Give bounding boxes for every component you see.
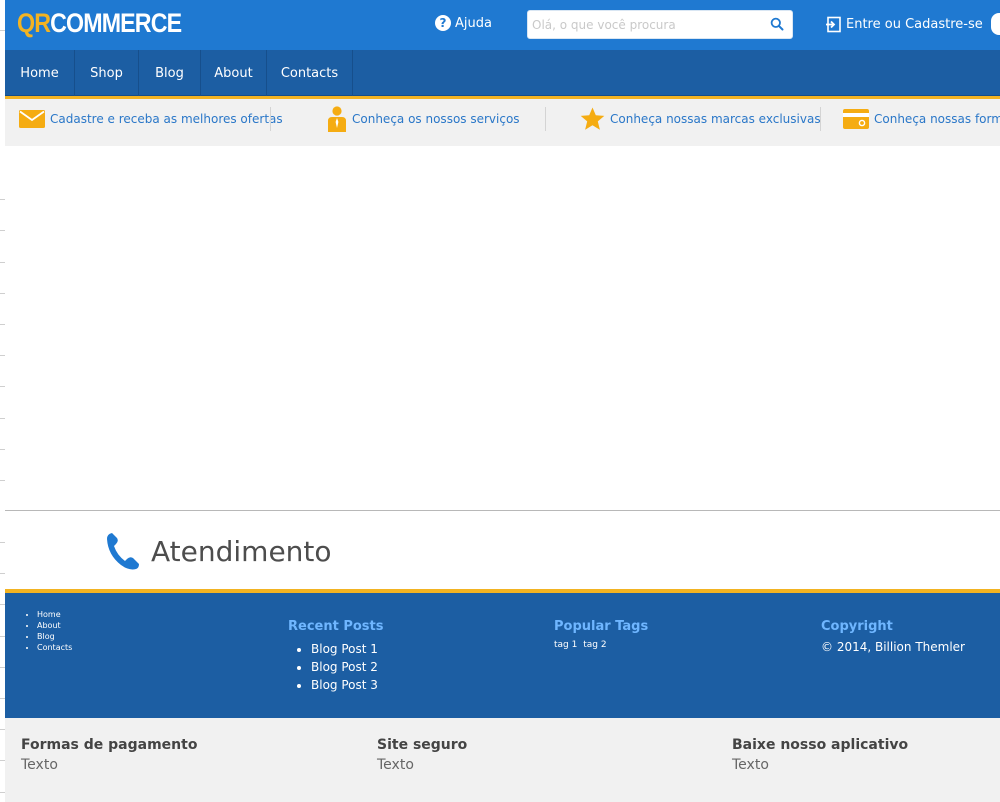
login-label: Entre ou Cadastre-se — [846, 17, 983, 32]
info-strip: Cadastre e receba as melhores ofertas Co… — [5, 99, 1000, 146]
top-header: QRCOMMERCE ? Ajuda Entre ou Cadastre-se — [5, 0, 1000, 50]
customer-service-link[interactable]: Atendimento — [105, 531, 332, 571]
search-icon[interactable] — [770, 17, 784, 31]
help-label: Ajuda — [455, 15, 492, 31]
info-item-services[interactable]: Conheça os nossos serviços — [327, 99, 520, 139]
popular-tags-widget: Popular Tags tag 1 tag 2 — [554, 619, 648, 650]
download-app-title: Baixe nosso aplicativo — [732, 737, 909, 753]
logo-qr: QR — [17, 8, 51, 38]
copyright-widget: Copyright © 2014, Billion Themler — [821, 619, 965, 654]
payment-methods-text: Texto — [21, 757, 58, 773]
info-divider — [270, 107, 271, 131]
info-label: Cadastre e receba as melhores ofertas — [50, 112, 283, 126]
info-label: Conheça nossas forma — [874, 112, 1000, 126]
footer-menu-item[interactable]: Blog — [37, 631, 72, 642]
recent-post-link[interactable]: Blog Post 1 — [311, 640, 384, 658]
info-item-brands[interactable]: Conheça nossas marcas exclusivas — [580, 99, 821, 139]
logo-commerce: COMMERCE — [50, 8, 182, 38]
help-link[interactable]: ? Ajuda — [435, 15, 492, 31]
info-item-payment[interactable]: Conheça nossas forma — [843, 99, 1000, 139]
download-app-block: Baixe nosso aplicativo Texto — [732, 737, 908, 773]
copyright-text: © 2014, Billion Themler — [821, 640, 965, 654]
page: QRCOMMERCE ? Ajuda Entre ou Cadastre-se … — [5, 0, 1000, 802]
tag-link[interactable]: tag 1 — [554, 640, 577, 650]
star-icon — [580, 107, 605, 130]
nav-item-contacts[interactable]: Contacts — [267, 50, 353, 96]
nav-item-home[interactable]: Home — [5, 50, 75, 96]
person-icon — [328, 106, 346, 132]
sign-in-icon — [826, 16, 841, 33]
info-label: Conheça nossas marcas exclusivas — [610, 112, 821, 126]
popular-tags-title: Popular Tags — [554, 619, 649, 634]
envelope-icon — [19, 110, 45, 128]
main-content — [5, 146, 1000, 510]
secure-site-block: Site seguro Texto — [377, 737, 467, 773]
search-input[interactable] — [532, 14, 768, 35]
copyright-title: Copyright — [821, 619, 893, 634]
info-item-newsletter[interactable]: Cadastre e receba as melhores ofertas — [19, 99, 283, 139]
secure-site-title: Site seguro — [377, 737, 468, 753]
info-label: Conheça os nossos serviços — [352, 112, 520, 126]
main-nav: Home Shop Blog About Contacts — [5, 50, 1000, 96]
site-logo[interactable]: QRCOMMERCE — [17, 8, 182, 39]
recent-post-link[interactable]: Blog Post 3 — [311, 676, 384, 694]
footer-menu: Home About Blog Contacts — [25, 609, 72, 653]
credit-card-icon — [843, 109, 869, 129]
bottom-bar: Formas de pagamento Texto Site seguro Te… — [5, 718, 1000, 802]
recent-posts-title: Recent Posts — [288, 619, 384, 634]
recent-posts-widget: Recent Posts Blog Post 1 Blog Post 2 Blo… — [288, 619, 384, 694]
download-app-text: Texto — [732, 757, 769, 773]
payment-methods-title: Formas de pagamento — [21, 737, 198, 753]
recent-post-link[interactable]: Blog Post 2 — [311, 658, 384, 676]
nav-item-shop[interactable]: Shop — [75, 50, 139, 96]
nav-item-about[interactable]: About — [201, 50, 267, 96]
footer-menu-item[interactable]: Home — [37, 609, 72, 620]
content-divider — [5, 510, 1000, 511]
footer-menu-item[interactable]: About — [37, 620, 72, 631]
info-divider — [820, 107, 821, 131]
footer: Home About Blog Contacts Recent Posts Bl… — [5, 593, 1000, 718]
question-icon: ? — [435, 15, 451, 31]
info-divider — [545, 107, 546, 131]
customer-service-label: Atendimento — [151, 534, 332, 568]
tag-list: tag 1 tag 2 — [554, 640, 648, 650]
login-register-link[interactable]: Entre ou Cadastre-se — [825, 16, 983, 33]
tag-link[interactable]: tag 2 — [583, 640, 606, 650]
search-box — [527, 10, 793, 39]
phone-icon — [107, 533, 139, 570]
footer-menu-item[interactable]: Contacts — [37, 642, 72, 653]
recent-posts-list: Blog Post 1 Blog Post 2 Blog Post 3 — [288, 640, 384, 694]
cart-icon[interactable] — [991, 13, 1000, 35]
secure-site-text: Texto — [377, 757, 414, 773]
payment-methods-block: Formas de pagamento Texto — [21, 737, 197, 773]
nav-item-blog[interactable]: Blog — [139, 50, 201, 96]
